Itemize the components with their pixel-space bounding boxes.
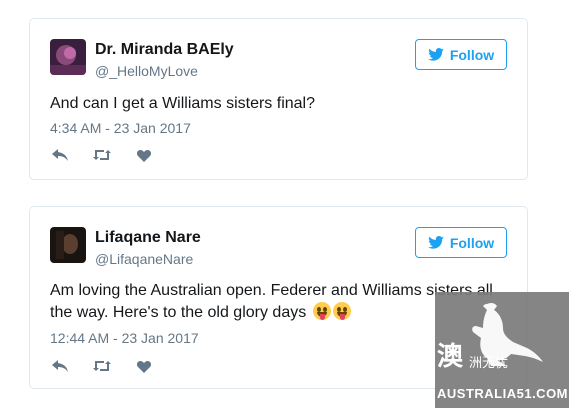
heart-icon[interactable] bbox=[134, 358, 154, 374]
follow-button[interactable]: Follow bbox=[415, 39, 507, 70]
tweet-timestamp[interactable]: 12:44 AM - 23 Jan 2017 bbox=[50, 330, 199, 346]
follow-button[interactable]: Follow bbox=[415, 227, 507, 258]
display-name[interactable]: Dr. Miranda BAEly bbox=[95, 41, 234, 59]
retweet-icon[interactable] bbox=[92, 358, 112, 374]
watermark-en-text: AUSTRALIA51.COM bbox=[437, 386, 569, 401]
twitter-bird-icon bbox=[428, 236, 444, 249]
retweet-icon[interactable] bbox=[92, 147, 112, 163]
tweet-actions bbox=[50, 147, 154, 163]
tweet-timestamp[interactable]: 4:34 AM - 23 Jan 2017 bbox=[50, 120, 191, 136]
watermark-cn-text: 洲无忧 bbox=[469, 356, 509, 371]
watermark-logo-char: 澳 bbox=[437, 342, 464, 372]
display-name[interactable]: Lifaqane Nare bbox=[95, 229, 201, 247]
user-handle[interactable]: @_HelloMyLove bbox=[95, 63, 198, 79]
tweet-text-body: Am loving the Australian open. Federer a… bbox=[50, 282, 493, 321]
avatar[interactable] bbox=[50, 227, 86, 263]
tweet-actions bbox=[50, 358, 154, 374]
watermark: 澳 洲无忧 AUSTRALIA51.COM bbox=[435, 292, 569, 408]
follow-label: Follow bbox=[449, 234, 495, 251]
user-handle[interactable]: @LifaqaneNare bbox=[95, 251, 193, 267]
reply-icon[interactable] bbox=[50, 147, 70, 163]
winking-face-with-tongue-icon bbox=[332, 302, 351, 320]
tweet-card: Dr. Miranda BAEly @_HelloMyLove Follow A… bbox=[29, 18, 528, 180]
heart-icon[interactable] bbox=[134, 147, 154, 163]
tweet-text: And can I get a Williams sisters final? bbox=[50, 95, 315, 112]
reply-icon[interactable] bbox=[50, 358, 70, 374]
follow-label: Follow bbox=[449, 46, 495, 63]
avatar[interactable] bbox=[50, 39, 86, 75]
twitter-bird-icon bbox=[428, 48, 444, 61]
winking-face-with-tongue-icon bbox=[312, 302, 331, 320]
